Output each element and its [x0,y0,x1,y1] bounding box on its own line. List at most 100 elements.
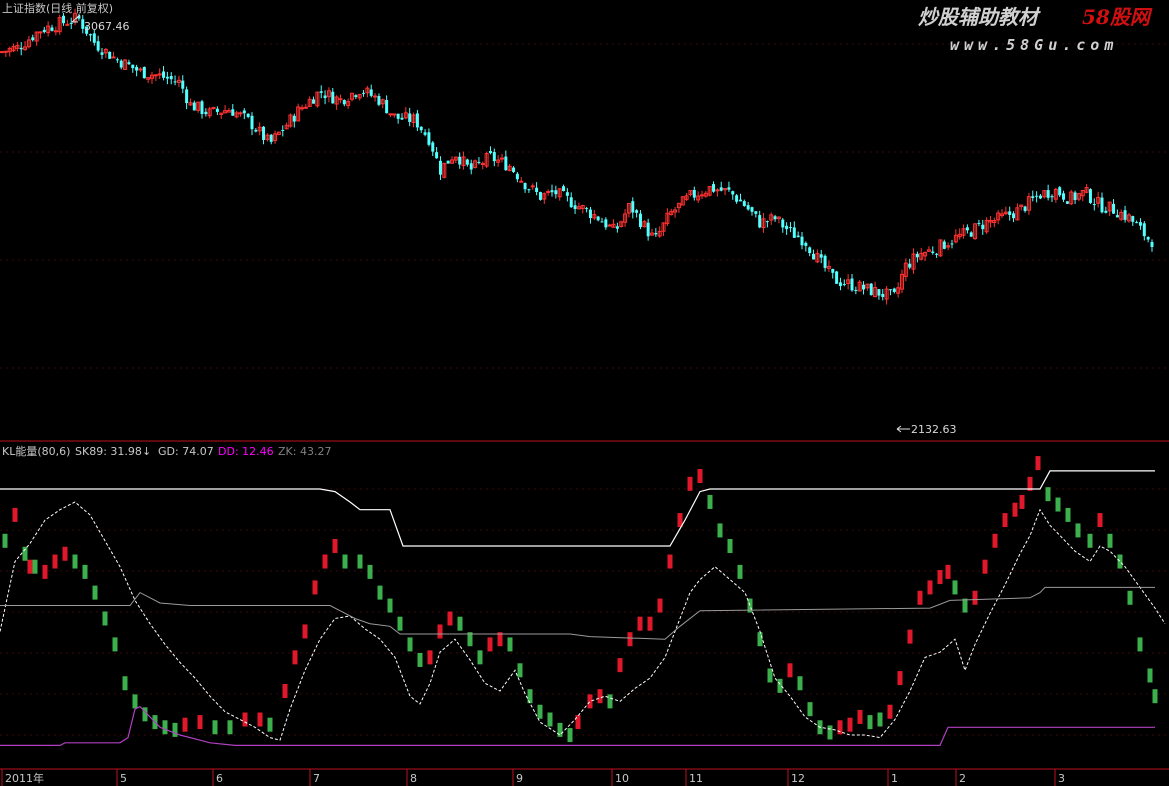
candle-body-down [269,134,273,142]
energy-bar-down [807,702,813,717]
candle-body-down [746,205,750,210]
candle-body-down [877,289,881,296]
energy-bar-down [1087,533,1093,548]
candle-body-down [415,113,419,128]
candle-body-down [1123,210,1127,220]
candle-body-down [800,236,804,246]
candle-body-up [607,224,612,227]
energy-bar-down [1055,497,1061,512]
x-tick-label: 6 [216,772,223,785]
candle-body-up [157,73,162,76]
candle-body-up [3,50,8,53]
candle-body-up [138,68,143,71]
candle-body-down [504,156,508,171]
zk-value: ZK: 43.27 [278,445,331,458]
candle-body-down [92,33,96,43]
energy-bar-up [847,717,853,732]
energy-bar-up [332,538,338,553]
candle-body-down [131,64,135,69]
energy-bar-down [102,611,108,626]
candle-body-down [1038,195,1042,199]
candle-body-down [742,201,746,206]
candle-body-down [1112,203,1116,214]
candle-body-down [1150,242,1154,247]
candle-body-down [831,268,835,273]
candle-body-down [785,225,789,230]
energy-bar-down [387,598,393,613]
x-tick-label: 5 [120,772,127,785]
candle-body-down [869,283,873,296]
candle-body-down [550,190,554,193]
watermark-brand: 58股网 [1082,5,1153,29]
energy-bar-up [927,580,933,595]
candle-body-down [512,167,516,172]
candle-body-down [908,263,912,268]
energy-bar-down [1117,554,1123,569]
candle-body-down [396,113,400,119]
candle-body-down [119,60,123,68]
candle-body-down [600,221,604,223]
candle-body-down [242,110,246,114]
candle-body-down [31,37,35,41]
candle-body-down [692,189,696,198]
candle-body-down [1088,189,1092,203]
energy-bar-up [282,684,288,699]
candle-body-down [735,195,739,202]
candle-body-down [1012,213,1016,219]
energy-bar-down [82,564,88,579]
candle-body-down [42,29,46,33]
candle-body-down [646,222,650,237]
candle-body-down [19,47,23,50]
candle-body-down [377,96,381,105]
candle-body-down [808,247,812,254]
candle-body-down [573,205,577,210]
energy-bar-up [42,564,48,579]
candle-body-down [588,209,592,219]
candle-body-down [892,288,896,292]
energy-bar-down [212,720,218,735]
candle-body-down [812,253,816,260]
energy-bar-up [302,624,308,639]
energy-bar-down [1065,507,1071,522]
energy-bar-down [567,728,573,743]
energy-bar-down [132,694,138,709]
candle-body-up [700,194,704,197]
energy-bar-up [242,712,248,727]
candle-body-down [781,219,785,228]
x-tick-label: 7 [313,772,320,785]
candle-body-down [750,207,754,212]
down-arrow-icon: ↓ [142,445,151,458]
candle-body-down [127,62,131,65]
energy-bar-down [417,652,423,667]
energy-bar-up [182,717,188,732]
sk89-value: SK89: 31.98 [75,445,142,458]
energy-bar-up [52,554,58,569]
candle-body-up [480,162,485,165]
x-tick-label: 8 [410,772,417,785]
candle-body-up [500,157,504,160]
candle-body-up [519,180,524,183]
energy-bar-down [557,722,563,737]
energy-bar-up [697,469,703,484]
candle-body-down [262,126,266,140]
candle-body-down [719,187,723,191]
candle-body-down [292,115,296,122]
energy-bar-up [62,546,68,561]
candle-body-down [835,271,839,284]
energy-bar-down [707,494,713,509]
candle-body-down [254,129,258,132]
energy-bar-up [1002,513,1008,528]
energy-bar-down [767,668,773,683]
energy-bar-down [527,689,533,704]
candle-body-down [823,255,827,268]
candle-body-down [250,115,254,130]
candle-body-down [100,52,104,55]
candle-body-down [419,126,423,131]
energy-bar-up [447,611,453,626]
candle-body-down [281,129,285,131]
energy-bar-up [1097,513,1103,528]
candle-body-down [162,71,166,78]
candle-body-down [635,210,639,213]
candle-body-down [1023,206,1027,212]
candle-body-down [965,227,969,231]
